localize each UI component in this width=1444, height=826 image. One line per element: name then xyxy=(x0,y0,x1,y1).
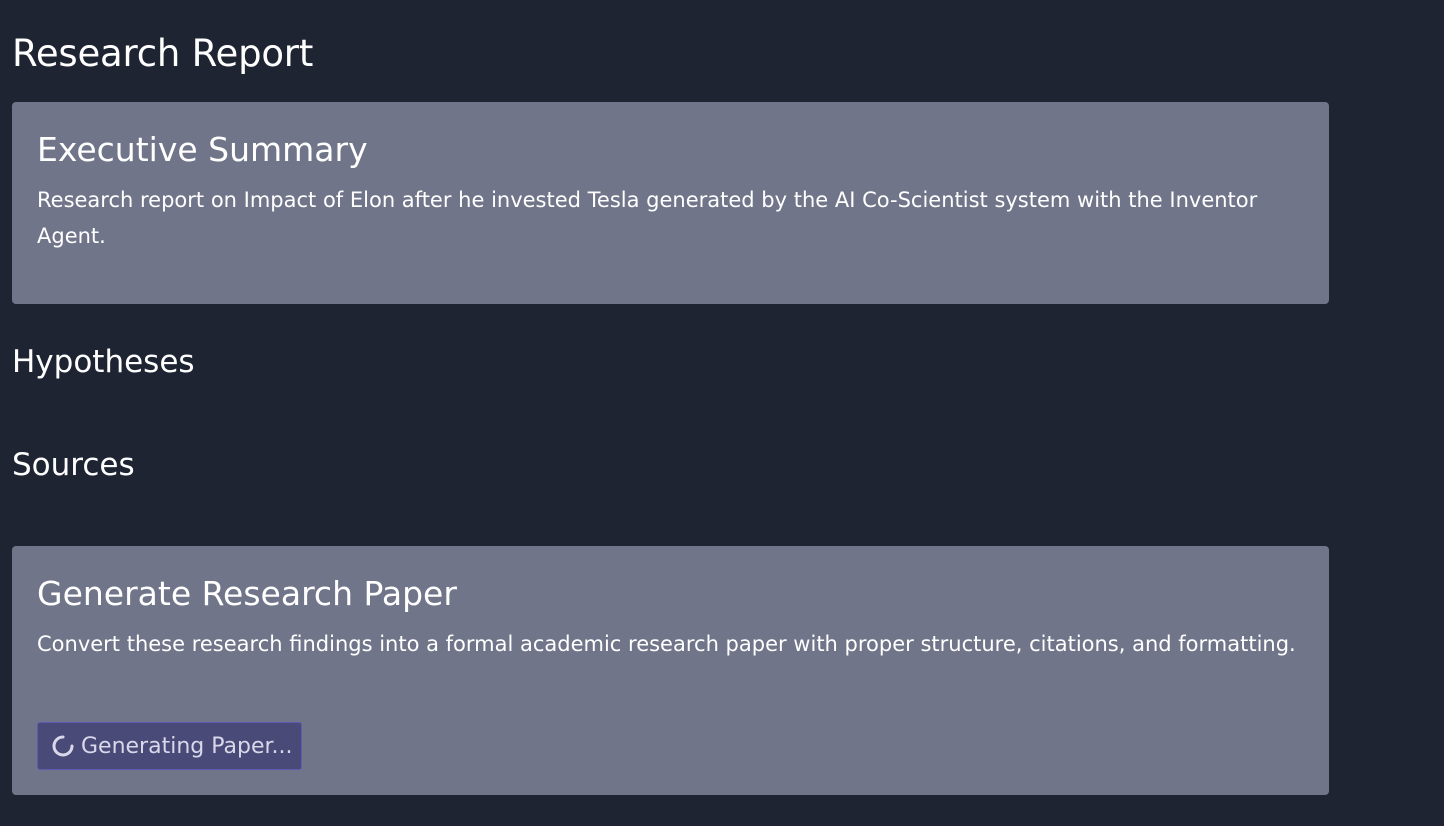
page-title: Research Report xyxy=(12,32,314,75)
generate-paper-title: Generate Research Paper xyxy=(37,574,457,613)
generate-paper-button[interactable]: Generating Paper... xyxy=(37,722,302,770)
executive-summary-title: Executive Summary xyxy=(37,130,368,169)
generate-paper-card: Generate Research Paper Convert these re… xyxy=(12,546,1329,795)
generate-paper-text: Convert these research findings into a f… xyxy=(37,632,1296,656)
executive-summary-card: Executive Summary Research report on Imp… xyxy=(12,102,1329,304)
sources-heading: Sources xyxy=(12,447,135,483)
generate-paper-button-label: Generating Paper... xyxy=(81,733,293,759)
loading-spinner-icon xyxy=(51,734,75,758)
executive-summary-text: Research report on Impact of Elon after … xyxy=(37,188,1258,248)
hypotheses-heading: Hypotheses xyxy=(12,344,195,380)
